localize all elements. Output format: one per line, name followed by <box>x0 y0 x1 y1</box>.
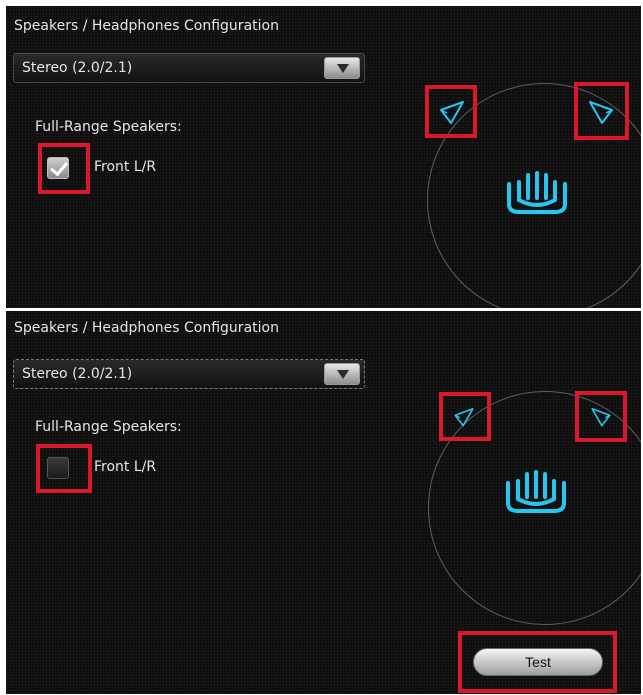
chevron-down-icon <box>337 370 349 379</box>
front-lr-label: Front L/R <box>94 159 157 175</box>
dropdown-value: Stereo (2.0/2.1) <box>22 366 133 382</box>
speaker-right-icon[interactable] <box>586 96 616 126</box>
dropdown-arrow-button[interactable] <box>324 57 360 79</box>
chevron-down-icon <box>337 64 349 73</box>
full-range-speakers-label: Full-Range Speakers: <box>35 419 182 435</box>
speaker-left-icon[interactable] <box>452 404 476 428</box>
headset-icon <box>507 171 567 214</box>
front-lr-checkbox[interactable] <box>47 157 69 179</box>
panel-title: Speakers / Headphones Configuration <box>14 320 279 336</box>
speaker-config-dropdown[interactable]: Stereo (2.0/2.1) <box>13 359 365 389</box>
speaker-config-dropdown[interactable]: Stereo (2.0/2.1) <box>13 53 365 83</box>
full-range-speakers-label: Full-Range Speakers: <box>35 119 182 135</box>
front-lr-checkbox[interactable] <box>47 457 69 479</box>
panel-title: Speakers / Headphones Configuration <box>14 18 279 34</box>
dropdown-value: Stereo (2.0/2.1) <box>22 60 133 76</box>
dropdown-arrow-button[interactable] <box>324 363 360 385</box>
speaker-left-icon[interactable] <box>437 96 467 126</box>
checkmark-icon <box>50 157 68 177</box>
config-panel-bottom: Speakers / Headphones Configuration Ster… <box>6 311 641 694</box>
config-panel-top: Speakers / Headphones Configuration Ster… <box>6 6 641 308</box>
test-button[interactable]: Test <box>473 648 603 676</box>
front-lr-label: Front L/R <box>94 459 157 475</box>
headset-icon <box>506 470 566 513</box>
speaker-right-icon[interactable] <box>589 404 613 428</box>
